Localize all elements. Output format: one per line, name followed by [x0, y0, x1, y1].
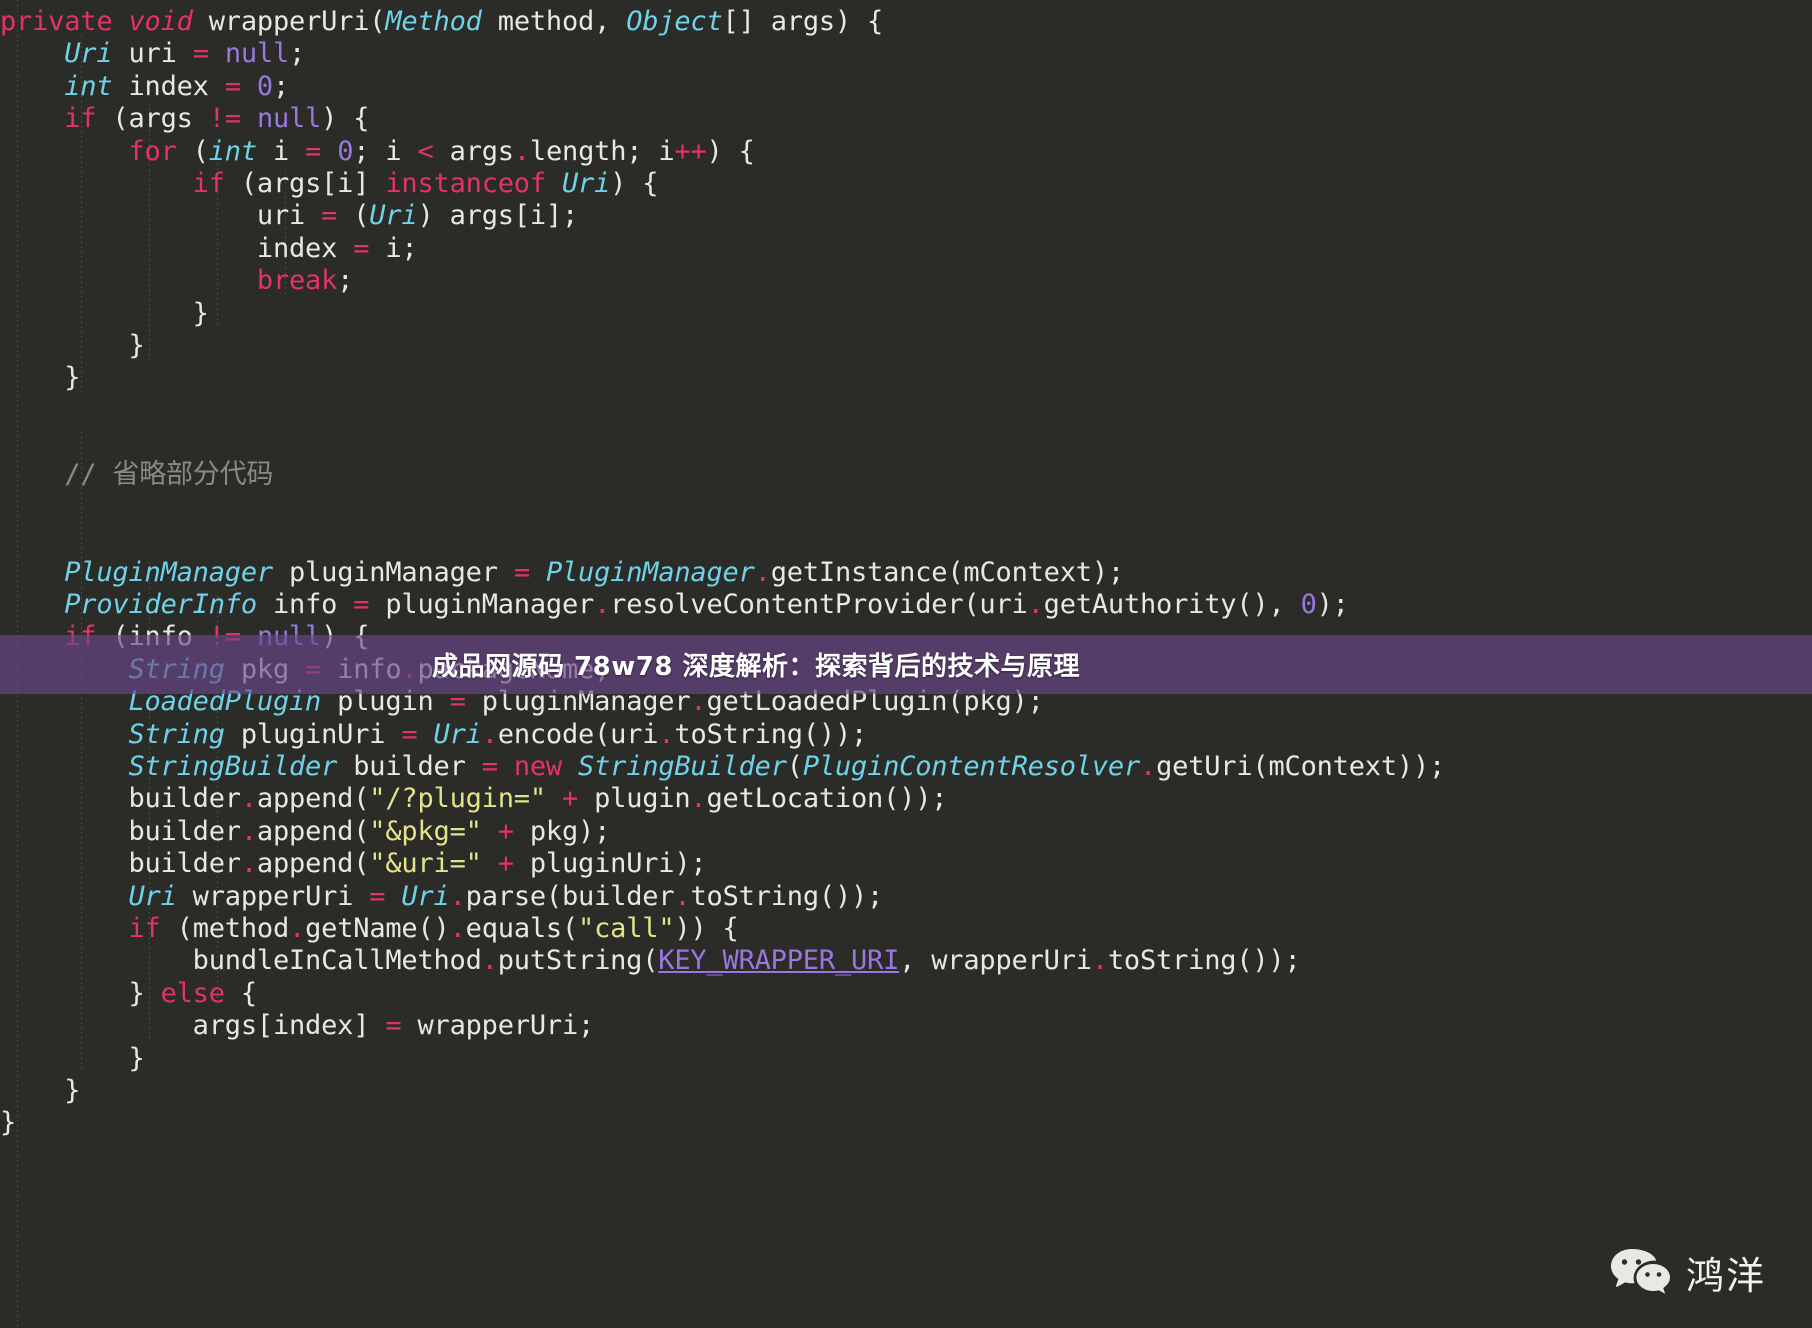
code-line: builder.append("/?plugin=" + plugin.getL…: [0, 783, 948, 815]
code-line: }: [0, 1074, 81, 1106]
code-line: }: [0, 329, 145, 361]
code-line: if (method.getName().equals("call")) {: [128, 912, 739, 944]
wechat-watermark: 鸿洋: [1610, 1245, 1766, 1300]
code-line: StringBuilder builder = new StringBuilde…: [128, 750, 1446, 782]
code-line: ProviderInfo info = pluginManager.resolv…: [64, 589, 1349, 621]
code-line: for (int i = 0; i < args.length; i++) {: [128, 135, 755, 167]
wechat-icon: [1610, 1248, 1672, 1296]
code-line: Uri wrapperUri = Uri.parse(builder.toStr…: [128, 880, 884, 912]
code-line: String pluginUri = Uri.encode(uri.toStri…: [128, 718, 868, 750]
code-line: } else {: [0, 977, 257, 1009]
code-line: args[index] = wrapperUri;: [0, 1010, 595, 1042]
title-banner-overlay: 成品网源码 78w78 深度解析：探索背后的技术与原理: [0, 635, 1812, 694]
code-line: PluginManager pluginManager = PluginMana…: [64, 556, 1124, 588]
banner-title: 成品网源码 78w78 深度解析：探索背后的技术与原理: [432, 652, 1080, 682]
code-line: Uri uri = null;: [64, 38, 306, 70]
code-line: }: [0, 362, 81, 394]
code-line: bundleInCallMethod.putString(KEY_WRAPPER…: [0, 945, 1301, 977]
code-line: uri = (Uri) args[i];: [0, 200, 579, 232]
code-line-comment: // 省略部分代码: [64, 459, 274, 491]
code-line: }: [0, 1107, 17, 1139]
code-line: index = i;: [0, 232, 418, 264]
code-line: private void wrapperUri(Method method, O…: [0, 6, 884, 37]
code-line: builder.append("&uri=" + pluginUri);: [0, 848, 707, 880]
code-line: int index = 0;: [64, 70, 290, 102]
code-line: }: [0, 1042, 145, 1074]
code-line: if (args != null) {: [64, 103, 370, 135]
code-line: break;: [256, 265, 354, 297]
code-line: if (args[i] instanceof Uri) {: [192, 167, 659, 199]
code-line: }: [0, 297, 209, 329]
code-line: builder.append("&pkg=" + pkg);: [0, 815, 611, 847]
watermark-label: 鸿洋: [1685, 1254, 1766, 1298]
